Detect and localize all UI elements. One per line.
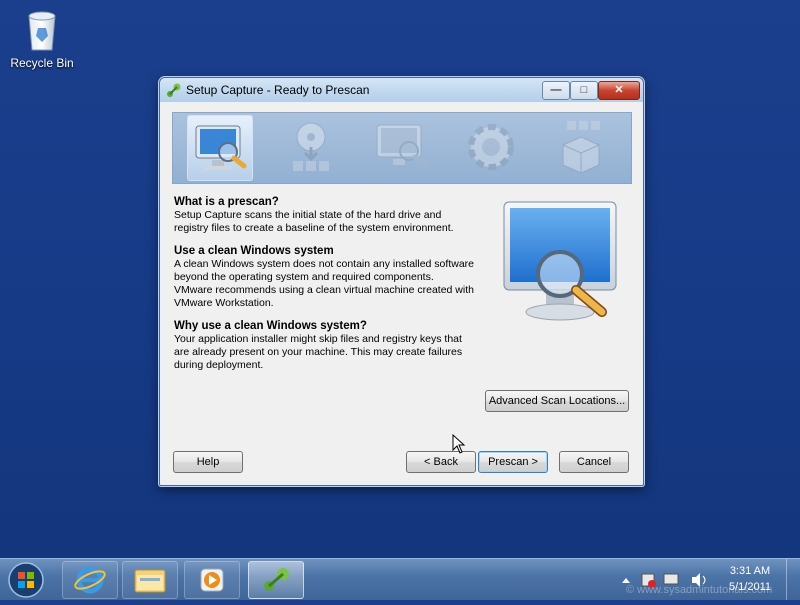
close-icon: ✕ bbox=[614, 84, 624, 96]
thinapp-icon bbox=[166, 82, 182, 98]
help-button[interactable]: Help bbox=[173, 451, 243, 473]
show-desktop-button[interactable] bbox=[786, 559, 800, 600]
package-icon bbox=[549, 115, 613, 179]
windows-explorer-icon bbox=[134, 569, 166, 593]
title-bar[interactable]: Setup Capture - Ready to Prescan — □ ✕ bbox=[160, 78, 643, 102]
network-icon bbox=[663, 573, 679, 585]
maximize-icon: □ bbox=[580, 84, 588, 96]
configure-icon bbox=[459, 115, 523, 179]
section-heading: What is a prescan? bbox=[174, 196, 279, 208]
install-icon bbox=[279, 115, 343, 179]
advanced-scan-locations-button[interactable]: Advanced Scan Locations... bbox=[485, 390, 629, 412]
section-body: Setup Capture scans the initial state of… bbox=[174, 209, 454, 234]
close-button[interactable]: ✕ bbox=[598, 81, 640, 100]
section-body: Your application installer might skip fi… bbox=[174, 333, 463, 371]
thinapp-icon bbox=[264, 568, 289, 591]
prescan-button[interactable]: Prescan > bbox=[478, 451, 548, 473]
media-player-icon bbox=[200, 568, 224, 592]
prescan-info: What is a prescan? Setup Capture scans t… bbox=[174, 196, 474, 382]
recycle-bin-label: Recycle Bin bbox=[10, 56, 74, 70]
wizard-step-banner bbox=[172, 112, 632, 184]
section-body: A clean Windows system does not contain … bbox=[174, 258, 474, 309]
internet-explorer-button[interactable] bbox=[62, 561, 118, 599]
clock-time: 3:31 AM bbox=[729, 565, 771, 577]
minimize-button[interactable]: — bbox=[542, 81, 570, 100]
internet-explorer-icon bbox=[74, 566, 106, 594]
minimize-icon: — bbox=[550, 84, 562, 96]
section-heading: Use a clean Windows system bbox=[174, 245, 334, 257]
postscan-icon bbox=[369, 115, 433, 179]
watermark: © www.sysadmintutorials.com bbox=[626, 584, 773, 596]
media-player-button[interactable] bbox=[184, 561, 240, 599]
section-heading: Why use a clean Windows system? bbox=[174, 320, 367, 332]
setup-capture-window: Setup Capture - Ready to Prescan — □ ✕ W… bbox=[159, 77, 644, 486]
maximize-button[interactable]: □ bbox=[570, 81, 598, 100]
recycle-bin[interactable]: Recycle Bin bbox=[8, 8, 76, 70]
windows-explorer-button[interactable] bbox=[122, 561, 178, 599]
show-hidden-icons-icon bbox=[622, 578, 630, 583]
window-title: Setup Capture - Ready to Prescan bbox=[186, 83, 370, 97]
thinapp-taskbar-button[interactable] bbox=[248, 561, 304, 599]
recycle-bin-icon bbox=[25, 8, 59, 52]
cancel-button[interactable]: Cancel bbox=[559, 451, 629, 473]
scan-icon bbox=[187, 115, 253, 181]
prescan-monitor-illustration bbox=[500, 198, 620, 328]
mouse-cursor-icon bbox=[452, 433, 466, 459]
start-orb[interactable] bbox=[6, 560, 46, 600]
